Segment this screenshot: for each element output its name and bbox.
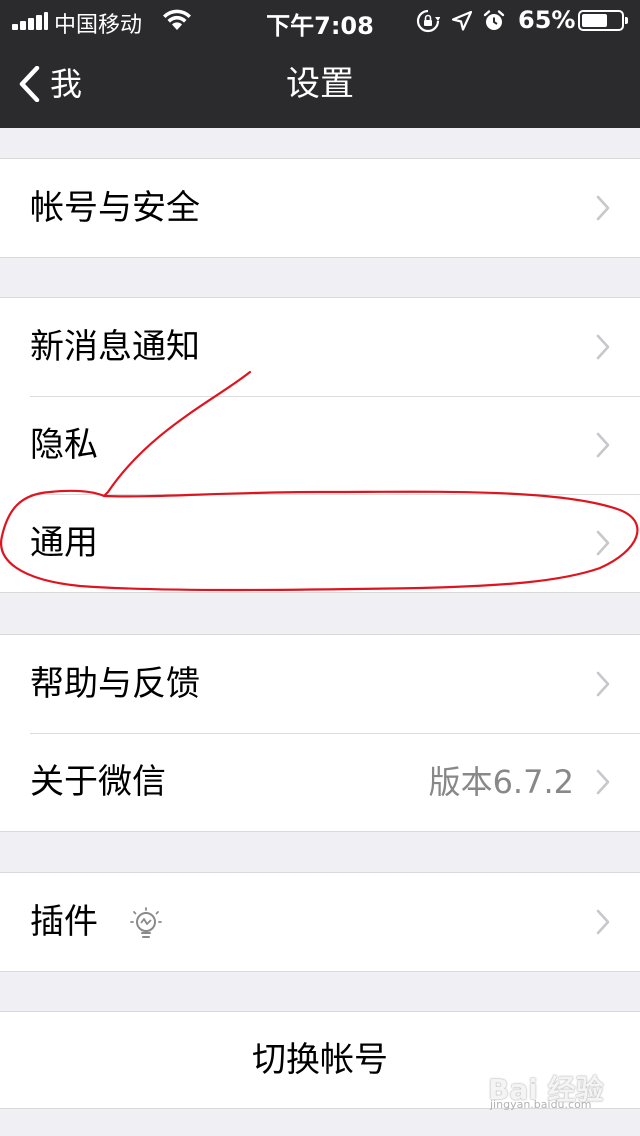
battery-icon — [578, 10, 628, 31]
chevron-right-icon — [596, 769, 610, 795]
settings-row-notifications[interactable]: 新消息通知 — [0, 298, 640, 396]
settings-group-general: 新消息通知 隐私 通用 — [0, 297, 640, 593]
settings-group-account: 帐号与安全 — [0, 158, 640, 258]
chevron-right-icon — [596, 334, 610, 360]
page-title: 设置 — [286, 64, 354, 104]
baidu-watermark: Bai 经验 jingyan.baidu.com — [488, 1064, 618, 1111]
status-bar: 中国移动 下午7:08 65% — [0, 0, 640, 40]
settings-row-account-security[interactable]: 帐号与安全 — [0, 159, 640, 257]
settings-row-general[interactable]: 通用 — [0, 494, 640, 592]
version-value: 版本6.7.2 — [428, 763, 574, 801]
chevron-right-icon — [596, 909, 610, 935]
row-label: 关于微信 — [30, 762, 166, 802]
row-label: 帮助与反馈 — [30, 664, 200, 704]
settings-group-about: 帮助与反馈 关于微信 版本6.7.2 — [0, 634, 640, 832]
chevron-right-icon — [596, 432, 610, 458]
settings-group-plugins: 插件 — [0, 872, 640, 972]
header: 中国移动 下午7:08 65% 我 设置 — [0, 0, 640, 128]
nav-bar: 我 设置 — [0, 40, 640, 128]
row-label: 隐私 — [30, 425, 98, 465]
alarm-icon — [483, 10, 505, 30]
battery-percent: 65% — [518, 6, 576, 34]
row-label: 插件 — [30, 902, 98, 942]
chevron-right-icon — [596, 195, 610, 221]
chevron-right-icon — [596, 671, 610, 697]
row-label: 新消息通知 — [30, 327, 200, 367]
location-icon — [451, 10, 473, 31]
row-label: 帐号与安全 — [30, 188, 200, 228]
settings-row-help-feedback[interactable]: 帮助与反馈 — [0, 635, 640, 733]
settings-row-plugins[interactable]: 插件 — [0, 873, 640, 971]
settings-row-privacy[interactable]: 隐私 — [0, 396, 640, 494]
lightbulb-icon — [130, 907, 162, 938]
row-label: 通用 — [30, 523, 98, 563]
settings-screen: 中国移动 下午7:08 65% 我 设置 帐号与安全 新消息通知 隐私 通用 帮… — [0, 0, 640, 1136]
settings-row-about-wechat[interactable]: 关于微信 版本6.7.2 — [0, 733, 640, 831]
orientation-lock-icon — [416, 9, 440, 33]
watermark-sub: jingyan.baidu.com — [490, 1098, 592, 1111]
chevron-right-icon — [596, 530, 610, 556]
